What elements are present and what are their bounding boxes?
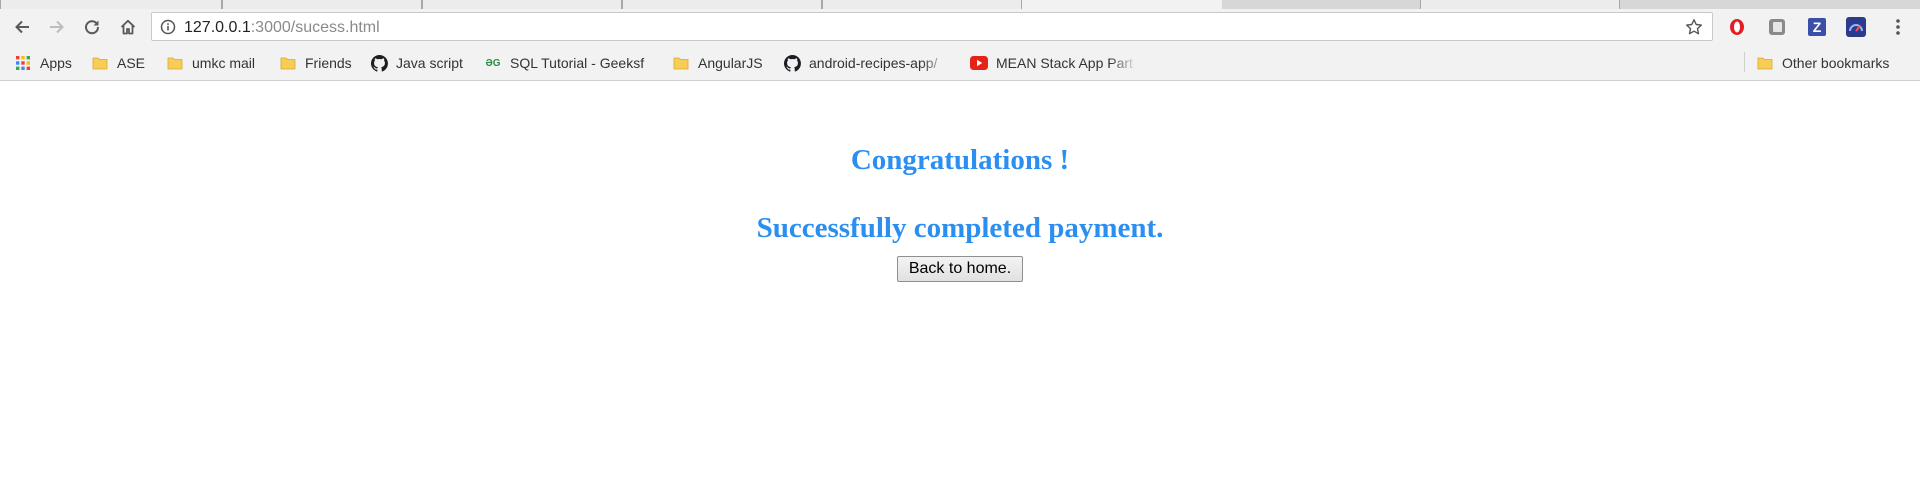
bookmark-label: android-recipes-app/ [809,55,938,71]
browser-tab[interactable] [622,0,822,9]
back-to-home-button[interactable]: Back to home. [897,256,1023,282]
browser-toolbar: 127.0.0.1:3000/sucess.html Z [0,9,1920,45]
kebab-menu-icon [1896,19,1900,35]
z-extension-button[interactable]: Z [1807,17,1827,37]
url-host: 127.0.0.1 [184,19,251,36]
grey-extension-button[interactable] [1767,17,1787,37]
opera-extension-icon [1730,19,1744,35]
bookmark-label: Java script [396,55,463,71]
bookmark-sql-tutorial[interactable]: ƏG SQL Tutorial - Geeksf [484,53,680,73]
grey-extension-icon [1769,19,1785,35]
bookmarks-bar: Apps ASE umkc mail Friends Java script Ə… [0,45,1920,81]
bookmark-label: umkc mail [192,55,256,71]
bookmark-folder-angularjs[interactable]: AngularJS [672,53,763,73]
bookmarks-divider [1744,52,1745,72]
speedometer-extension-button[interactable] [1846,17,1866,37]
info-icon[interactable] [160,19,176,35]
address-bar[interactable]: 127.0.0.1:3000/sucess.html [151,12,1713,41]
browser-tab[interactable] [0,0,222,9]
opera-extension-button[interactable] [1727,17,1747,37]
geeksforgeeks-icon: ƏG [485,57,501,69]
bookmark-label: Friends [305,55,352,71]
browser-tab[interactable] [422,0,622,9]
bookmark-android-recipes-app[interactable]: android-recipes-app/ [783,53,949,73]
forward-button[interactable] [42,12,72,42]
reload-button[interactable] [77,12,107,42]
youtube-icon [970,55,988,71]
bookmark-folder-friends[interactable]: Friends [279,53,352,73]
apps-grid-icon [14,55,32,71]
bookmark-label: Apps [40,55,72,71]
reload-icon [85,20,100,35]
browser-tab[interactable] [222,0,422,9]
bookmark-label: MEAN Stack App Part [996,55,1133,71]
speedometer-extension-icon [1846,17,1866,37]
congratulations-heading: Congratulations ! [850,144,1070,176]
bookmark-label: SQL Tutorial - Geeksf [510,55,645,71]
bookmark-star-button[interactable] [1684,17,1704,37]
bookmark-label: Other bookmarks [1782,55,1890,71]
bookmark-label: AngularJS [698,55,763,71]
bookmark-mean-stack-app[interactable]: MEAN Stack App Part [970,53,1138,73]
url-text[interactable]: 127.0.0.1:3000/sucess.html [184,19,380,36]
forward-arrow-icon [50,20,64,34]
bookmark-folder-ase[interactable]: ASE [91,53,145,73]
home-button[interactable] [113,12,143,42]
folder-icon [91,55,109,71]
url-path: :3000/sucess.html [250,19,380,36]
z-extension-icon: Z [1808,18,1826,36]
home-icon [120,19,136,35]
back-arrow-icon [15,20,29,34]
bookmark-label: ASE [117,55,146,71]
folder-icon [279,55,297,71]
payment-success-heading: Successfully completed payment. [756,212,1164,244]
bookmark-other-bookmarks[interactable]: Other bookmarks [1756,53,1889,73]
tab-strip [0,0,1920,9]
back-button[interactable] [7,12,37,42]
folder-icon [1756,55,1774,71]
github-icon [783,54,801,72]
browser-tab-active[interactable] [1022,0,1222,9]
bookmark-apps[interactable]: Apps [14,53,72,73]
browser-menu-button[interactable] [1883,12,1913,42]
bookmark-java-script[interactable]: Java script [370,53,463,73]
bookmark-folder-umkc-mail[interactable]: umkc mail [166,53,255,73]
folder-icon [166,55,184,71]
folder-icon [672,55,690,71]
page-content: Congratulations ! Successfully completed… [0,82,1920,485]
github-icon [370,54,388,72]
browser-tab[interactable] [822,0,1022,9]
star-icon [1686,19,1702,35]
svg-text:Z: Z [1813,19,1822,35]
browser-tab[interactable] [1420,0,1620,9]
